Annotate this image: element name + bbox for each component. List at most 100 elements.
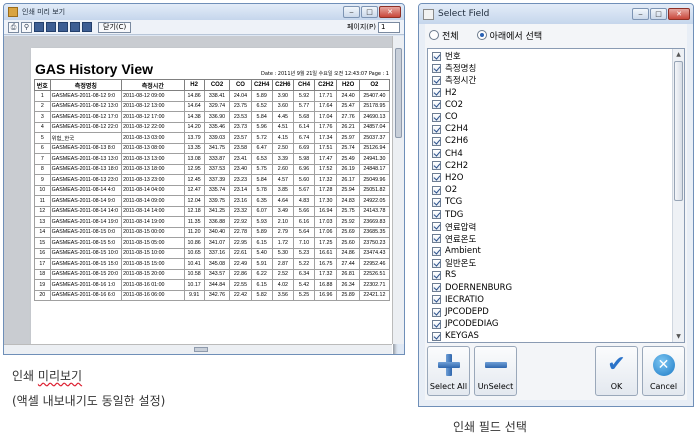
field-checkbox[interactable] (432, 51, 441, 61)
maximize-button[interactable]: □ (650, 8, 667, 20)
field-checkbox[interactable] (432, 173, 441, 183)
field-checkbox[interactable] (432, 319, 441, 329)
preview-canvas: GAS History View Date : 2011년 9월 21일 수요일… (4, 36, 393, 354)
field-list-scrollbar[interactable]: ▲ ▼ (672, 49, 684, 342)
field-item[interactable]: 측정시간 (428, 74, 672, 86)
field-item[interactable]: H2O (428, 172, 672, 184)
table-cell: 2.10 (271, 216, 294, 228)
preview-vertical-scrollbar[interactable] (392, 36, 404, 344)
field-item[interactable]: H2 (428, 87, 672, 99)
table-cell: 3.90 (271, 90, 294, 102)
field-item[interactable]: TCG (428, 196, 672, 208)
three-pages-icon[interactable] (58, 22, 68, 32)
field-item[interactable]: C2H4 (428, 123, 672, 135)
field-item[interactable]: 연료온도 (428, 233, 672, 245)
close-dialog-button[interactable]: ✕ (668, 8, 690, 20)
field-item[interactable]: CO2 (428, 99, 672, 111)
table-cell: GASMEAS-2011-08-12 17:0 (49, 111, 123, 123)
field-item[interactable]: 연료압력 (428, 221, 672, 233)
table-cell: 5.98 (292, 153, 316, 165)
field-item[interactable]: JPCODEPD (428, 306, 672, 318)
field-item[interactable]: Ambient (428, 245, 672, 257)
radio-all-button[interactable] (429, 30, 439, 40)
field-checklist[interactable]: 번호 측정명칭 측정시간 H2 CO2 CO C2H4 C2H6 CH4 C2H2 H2O O2 TCG… (427, 48, 685, 343)
cancel-button[interactable]: ✕ Cancel (642, 346, 685, 396)
four-pages-icon[interactable] (70, 22, 80, 32)
table-cell: GASMEAS-2011-08-15 0:0 (49, 226, 123, 238)
field-checkbox[interactable] (432, 197, 441, 207)
field-checkbox[interactable] (432, 63, 441, 73)
radio-select-button[interactable] (476, 30, 487, 40)
unselect-button[interactable]: UnSelect (474, 346, 517, 396)
field-item[interactable]: 번호 (428, 50, 672, 62)
field-checkbox[interactable] (432, 149, 441, 159)
six-pages-icon[interactable] (82, 22, 92, 32)
caption-print-preview: 인쇄 미리보기 (12, 367, 82, 384)
field-item[interactable]: 측정명칭 (428, 62, 672, 74)
two-pages-icon[interactable] (46, 22, 56, 32)
scroll-down-icon[interactable]: ▼ (673, 331, 684, 342)
field-checkbox[interactable] (432, 185, 441, 195)
table-cell: 13 (34, 216, 51, 228)
select-all-button[interactable]: Select All (427, 346, 470, 396)
table-cell: 6.07 (250, 205, 273, 217)
field-item[interactable]: IECRATIO (428, 294, 672, 306)
field-checkbox[interactable] (432, 136, 441, 146)
scroll-up-icon[interactable]: ▲ (673, 49, 684, 60)
field-item[interactable]: 일반온도 (428, 257, 672, 269)
field-checkbox[interactable] (432, 124, 441, 134)
field-checkbox[interactable] (432, 222, 441, 232)
field-item[interactable]: RS (428, 269, 672, 281)
field-item[interactable]: O2 (428, 184, 672, 196)
field-item[interactable]: CO (428, 111, 672, 123)
field-item[interactable]: DOERNENBURG (428, 282, 672, 294)
page-number-input[interactable]: 1 (378, 21, 400, 33)
field-item[interactable]: C2H2 (428, 160, 672, 172)
table-cell: 6.15 (250, 279, 273, 291)
field-item[interactable]: C2H6 (428, 135, 672, 147)
radio-all[interactable]: 전체 (429, 29, 459, 42)
field-checkbox[interactable] (432, 258, 441, 268)
ok-button[interactable]: ✔ OK (595, 346, 638, 396)
field-label: 연료압력 (445, 222, 477, 233)
field-checkbox[interactable] (432, 331, 441, 341)
field-checkbox[interactable] (432, 100, 441, 110)
field-checkbox[interactable] (432, 88, 441, 98)
field-checkbox[interactable] (432, 161, 441, 171)
field-item[interactable]: JPCODEDIAG (428, 318, 672, 330)
field-checkbox[interactable] (432, 210, 441, 220)
unselect-label: UnSelect (477, 382, 514, 391)
field-checkbox[interactable] (432, 270, 441, 280)
preview-horizontal-scrollbar[interactable] (4, 344, 392, 354)
magnifier-icon[interactable]: ⚲ (21, 21, 32, 33)
table-cell: 15 (34, 237, 51, 249)
field-checkbox[interactable] (432, 295, 441, 305)
field-item[interactable]: KEYGAS (428, 330, 672, 342)
field-checkbox[interactable] (432, 246, 441, 256)
table-cell: 335.46 (203, 121, 231, 133)
table-cell: 24941.30 (358, 153, 391, 165)
maximize-button[interactable]: □ (361, 6, 378, 18)
scroll-thumb[interactable] (674, 61, 683, 201)
field-item[interactable]: CH4 (428, 148, 672, 160)
minimize-button[interactable]: ‒ (632, 8, 649, 20)
table-cell: GASMEAS-2011-08-15 15:0 (49, 258, 123, 270)
field-checkbox[interactable] (432, 283, 441, 293)
minimize-button[interactable]: ‒ (343, 6, 360, 18)
radio-select-below[interactable]: 아래에서 선택 (476, 29, 542, 42)
close-preview-button[interactable]: 닫기(C) (98, 21, 132, 33)
field-checkbox[interactable] (432, 307, 441, 317)
close-window-button[interactable]: ✕ (379, 6, 401, 18)
table-cell: 20 (34, 289, 51, 301)
table-cell: 12.18 (183, 205, 205, 217)
table-cell: 2011-08-13 13:00 (121, 153, 185, 165)
field-label: 번호 (445, 52, 461, 63)
field-checkbox[interactable] (432, 112, 441, 122)
table-cell: GASMEAS-2011-08-13 8:0 (49, 142, 123, 154)
field-checkbox[interactable] (432, 75, 441, 85)
one-page-icon[interactable] (34, 22, 44, 32)
table-cell: 3.49 (271, 205, 294, 217)
field-checkbox[interactable] (432, 234, 441, 244)
printer-icon[interactable]: ⎙ (8, 21, 19, 33)
field-item[interactable]: TDG (428, 208, 672, 220)
